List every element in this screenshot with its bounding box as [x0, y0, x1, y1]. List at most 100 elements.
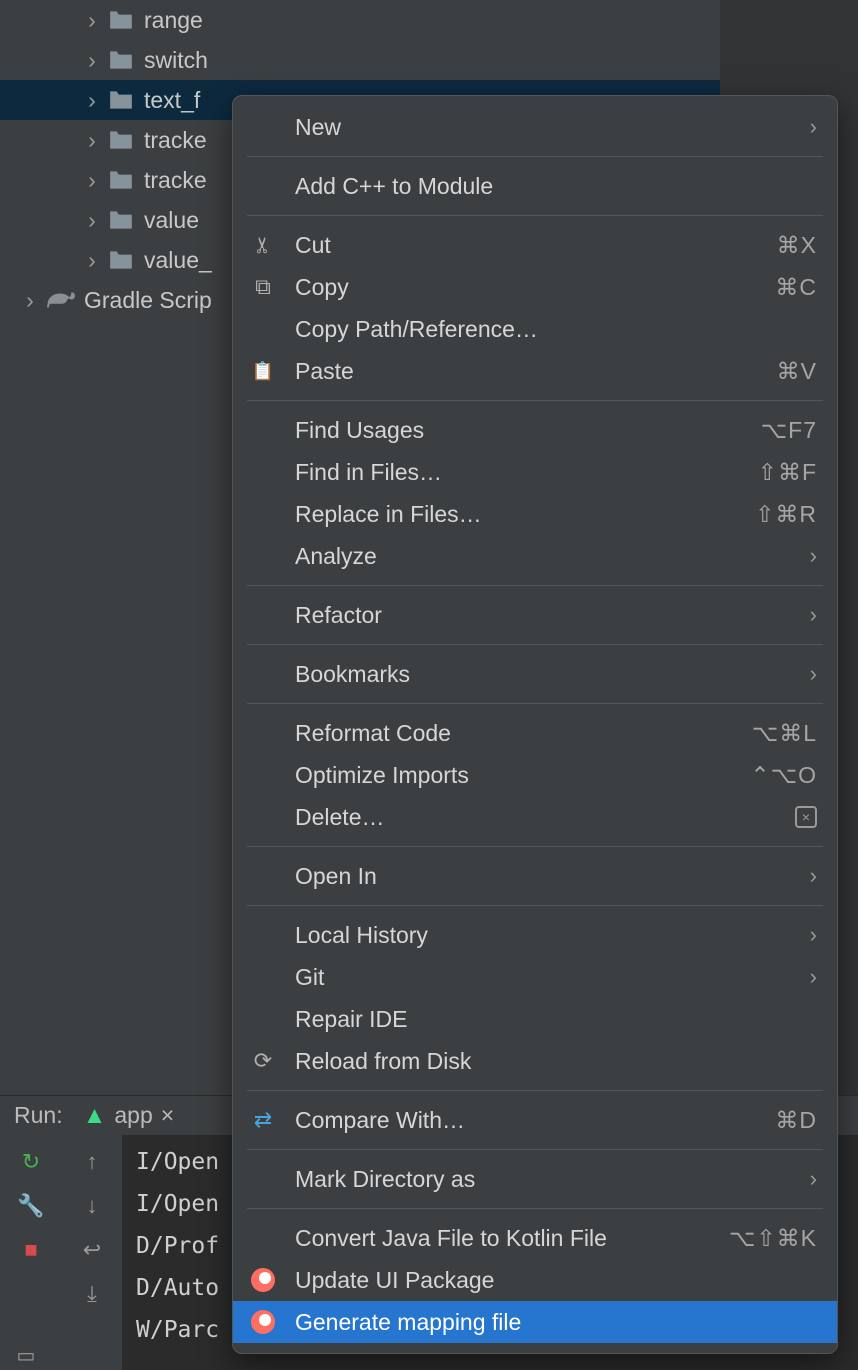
scroll-to-end-icon[interactable]: ⤓	[87, 1281, 97, 1307]
menu-item[interactable]: Find Usages⌥F7	[233, 409, 837, 451]
menu-item-label: Generate mapping file	[295, 1309, 817, 1336]
stop-icon[interactable]: ■	[24, 1237, 37, 1263]
menu-item-label: Mark Directory as	[295, 1166, 810, 1193]
soft-wrap-icon[interactable]: ↩	[83, 1237, 101, 1263]
relay-icon	[247, 1268, 279, 1292]
chevron-right-icon: ›	[810, 661, 817, 687]
tree-item-label: tracke	[144, 167, 207, 194]
menu-item[interactable]: Delete…×	[233, 796, 837, 838]
run-label: Run:	[14, 1102, 63, 1129]
tree-item-label: range	[144, 7, 203, 34]
menu-separator	[247, 905, 823, 906]
menu-item[interactable]: Update UI Package	[233, 1259, 837, 1301]
tree-item[interactable]: › range	[0, 0, 720, 40]
gradle-icon	[46, 290, 76, 310]
chevron-right-icon: ›	[82, 167, 102, 194]
menu-item-label: Convert Java File to Kotlin File	[295, 1225, 729, 1252]
menu-item[interactable]: Find in Files…⇧⌘F	[233, 451, 837, 493]
menu-item-label: Add C++ to Module	[295, 173, 817, 200]
menu-item[interactable]: Refactor›	[233, 594, 837, 636]
menu-item[interactable]: Replace in Files…⇧⌘R	[233, 493, 837, 535]
menu-item-label: Replace in Files…	[295, 501, 755, 528]
menu-item-label: Find Usages	[295, 417, 761, 444]
menu-item-label: Update UI Package	[295, 1267, 817, 1294]
rerun-icon[interactable]: ↻	[22, 1149, 40, 1175]
menu-item-label: Analyze	[295, 543, 810, 570]
menu-item[interactable]: ⟳Reload from Disk	[233, 1040, 837, 1082]
tree-item-label: tracke	[144, 127, 207, 154]
menu-shortcut: ⌥F7	[761, 417, 817, 444]
menu-item[interactable]: New›	[233, 106, 837, 148]
menu-item[interactable]: Optimize Imports⌃⌥O	[233, 754, 837, 796]
menu-item-label: Reformat Code	[295, 720, 752, 747]
menu-item-label: Cut	[295, 232, 777, 259]
chevron-right-icon: ›	[810, 964, 817, 990]
folder-icon	[108, 209, 134, 231]
run-gutter-right[interactable]: ↑ ↓ ↩ ⤓	[62, 1135, 122, 1370]
menu-item[interactable]: Bookmarks›	[233, 653, 837, 695]
menu-separator	[247, 846, 823, 847]
arrow-up-icon[interactable]: ↑	[87, 1149, 98, 1175]
copy-icon: ⧉	[247, 276, 279, 298]
tree-item-label: Gradle Scrip	[84, 287, 212, 314]
android-icon: ▲	[83, 1102, 107, 1130]
menu-separator	[247, 644, 823, 645]
wrench-icon[interactable]: 🔧	[17, 1193, 44, 1219]
menu-item[interactable]: Reformat Code⌥⌘L	[233, 712, 837, 754]
menu-item-label: Optimize Imports	[295, 762, 750, 789]
menu-item[interactable]: Open In›	[233, 855, 837, 897]
chevron-right-icon: ›	[810, 922, 817, 948]
menu-item[interactable]: Analyze›	[233, 535, 837, 577]
delete-badge-icon: ×	[795, 806, 817, 828]
menu-item[interactable]: ⧉Copy⌘C	[233, 266, 837, 308]
menu-item-label: Git	[295, 964, 810, 991]
tree-item-label: value	[144, 207, 199, 234]
chevron-right-icon: ›	[82, 87, 102, 114]
menu-item[interactable]: ✂Cut⌘X	[233, 224, 837, 266]
status-bar-icon[interactable]: ▭	[0, 1340, 52, 1370]
menu-item[interactable]: ⇄Compare With…⌘D	[233, 1099, 837, 1141]
menu-separator	[247, 400, 823, 401]
menu-item[interactable]: Copy Path/Reference…	[233, 308, 837, 350]
menu-shortcut: ⌥⌘L	[752, 720, 817, 747]
chevron-right-icon: ›	[82, 247, 102, 274]
menu-item-label: Copy Path/Reference…	[295, 316, 817, 343]
chevron-right-icon: ›	[810, 602, 817, 628]
menu-item[interactable]: Convert Java File to Kotlin File⌥⇧⌘K	[233, 1217, 837, 1259]
tab-close-icon[interactable]: ×	[161, 1102, 174, 1129]
run-gutter-left[interactable]: ↻ 🔧 ■	[0, 1135, 62, 1370]
compare-icon: ⇄	[247, 1109, 279, 1131]
folder-icon	[108, 89, 134, 111]
menu-item[interactable]: Local History›	[233, 914, 837, 956]
tree-item[interactable]: › switch	[0, 40, 720, 80]
chevron-right-icon: ›	[810, 863, 817, 889]
run-tab-app[interactable]: ▲ app ×	[83, 1102, 175, 1130]
menu-item[interactable]: Repair IDE	[233, 998, 837, 1040]
chevron-right-icon: ›	[20, 287, 40, 314]
menu-separator	[247, 156, 823, 157]
tree-item-label: value_	[144, 247, 212, 274]
menu-item[interactable]: Add C++ to Module	[233, 165, 837, 207]
chevron-right-icon: ›	[82, 207, 102, 234]
folder-icon	[108, 169, 134, 191]
arrow-down-icon[interactable]: ↓	[87, 1193, 98, 1219]
paste-icon: 📋	[247, 362, 279, 380]
menu-item[interactable]: 📋Paste⌘V	[233, 350, 837, 392]
menu-item-label: Repair IDE	[295, 1006, 817, 1033]
menu-shortcut: ⌃⌥O	[750, 762, 817, 789]
menu-shortcut: ⇧⌘R	[755, 501, 817, 528]
folder-icon	[108, 49, 134, 71]
chevron-right-icon: ›	[810, 543, 817, 569]
menu-item[interactable]: Generate mapping file	[233, 1301, 837, 1343]
chevron-right-icon: ›	[82, 7, 102, 34]
menu-shortcut: ⌘V	[777, 358, 817, 385]
chevron-right-icon: ›	[82, 127, 102, 154]
menu-item[interactable]: Mark Directory as›	[233, 1158, 837, 1200]
menu-item-label: Compare With…	[295, 1107, 775, 1134]
chevron-right-icon: ›	[82, 47, 102, 74]
menu-item[interactable]: Git›	[233, 956, 837, 998]
menu-item-label: Delete…	[295, 804, 795, 831]
menu-item-label: Refactor	[295, 602, 810, 629]
context-menu[interactable]: New›Add C++ to Module✂Cut⌘X⧉Copy⌘CCopy P…	[232, 95, 838, 1354]
menu-item-label: New	[295, 114, 810, 141]
